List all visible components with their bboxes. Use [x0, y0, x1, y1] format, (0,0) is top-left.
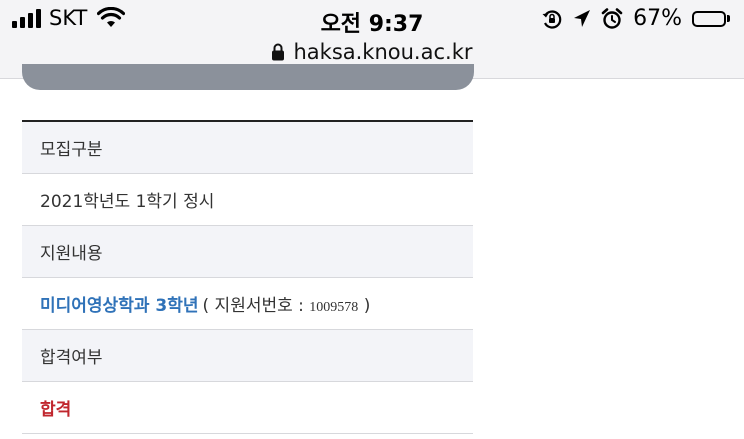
application-number-prefix: ( 지원서번호 :: [202, 296, 310, 316]
battery-icon: [692, 10, 730, 27]
location-arrow-icon: [574, 9, 591, 27]
pass-status: 합격: [40, 400, 72, 420]
status-bar: SKT 오전 9:37 67%: [0, 0, 744, 40]
url-text: haksa.knou.ac.kr: [293, 40, 473, 64]
alarm-icon: [601, 7, 623, 29]
header-card: [22, 64, 474, 90]
application-label-row: 지원내용: [22, 226, 473, 278]
pass-label: 합격여부: [40, 348, 103, 368]
application-label: 지원내용: [40, 244, 103, 264]
recruit-type-label: 모집구분: [40, 140, 103, 160]
recruit-type-value: 2021학년도 1학기 정시: [40, 192, 215, 212]
status-right: 67%: [541, 6, 730, 31]
battery-percent: 67%: [633, 6, 682, 31]
url-bar[interactable]: haksa.knou.ac.kr: [0, 40, 744, 64]
pass-value-row: 합격: [22, 382, 473, 434]
application-number: ( 지원서번호 : 1009578 ): [203, 291, 371, 316]
recruit-type-label-row: 모집구분: [22, 122, 473, 174]
lock-icon: [272, 43, 285, 61]
department-link[interactable]: 미디어영상학과 3학년: [40, 291, 199, 316]
admission-result-table: 모집구분 2021학년도 1학기 정시 지원내용 미디어영상학과 3학년 ( 지…: [22, 120, 473, 434]
pass-label-row: 합격여부: [22, 330, 473, 382]
application-number-suffix: ): [358, 296, 371, 316]
application-number-value: 1009578: [309, 300, 359, 315]
rotation-lock-icon: [542, 9, 562, 29]
application-value-row: 미디어영상학과 3학년 ( 지원서번호 : 1009578 ): [22, 278, 473, 330]
recruit-type-value-row: 2021학년도 1학기 정시: [22, 174, 473, 226]
